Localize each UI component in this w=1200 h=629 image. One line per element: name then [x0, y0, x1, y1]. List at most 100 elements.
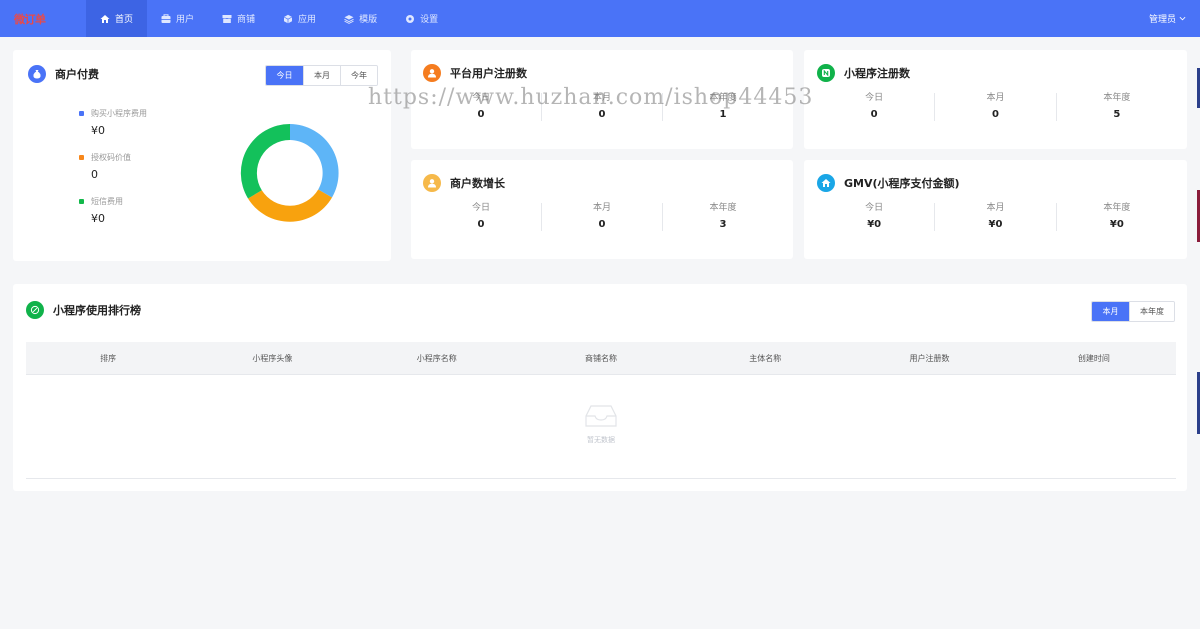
home-icon	[100, 14, 110, 23]
chevron-down-icon	[1179, 16, 1186, 21]
mini-program-icon	[817, 64, 835, 82]
stat-label: 本年度	[709, 203, 737, 213]
legend-label: 短信费用	[91, 197, 123, 206]
donut-segment-orange	[248, 189, 332, 222]
stat-year: 本年度 5	[1055, 93, 1177, 121]
legend-item: 授权码价值 0	[79, 152, 147, 181]
column-header[interactable]: 商铺名称	[519, 353, 683, 364]
column-header[interactable]: 用户注册数	[847, 353, 1011, 364]
legend-item: 短信费用 ¥0	[79, 196, 147, 225]
stat-month: 本月 0	[541, 93, 662, 121]
tab-this-month[interactable]: 本月	[1092, 302, 1129, 321]
card-header: 平台用户注册数	[423, 64, 527, 82]
stats-row: 今日 0 本月 0 本年度 3	[421, 203, 783, 231]
nav-item-apps[interactable]: 应用	[269, 0, 330, 37]
nav-item-home[interactable]: 首页	[86, 0, 148, 37]
nav-item-label: 首页	[115, 15, 134, 25]
mini-program-reg-card: 小程序注册数 今日 0 本月 0 本年度 5	[804, 50, 1187, 149]
logo-text: 微订单	[14, 12, 46, 26]
gmv-card: GMV(小程序支付金额) 今日 ¥0 本月 ¥0 本年度 ¥0	[804, 160, 1187, 259]
card-title: GMV(小程序支付金额)	[844, 177, 960, 190]
legend-label: 购买小程序费用	[91, 109, 147, 118]
tab-this-year[interactable]: 今年	[340, 66, 377, 85]
nav-item-label: 应用	[298, 15, 317, 25]
stat-today: 今日 ¥0	[814, 203, 934, 231]
tab-today[interactable]: 今日	[266, 66, 303, 85]
stat-month: 本月 0	[934, 93, 1055, 121]
card-title: 商户付费	[55, 68, 99, 81]
top-navbar: 微订单 首页 用户 商铺 应用 模版 设置 管理员	[0, 0, 1200, 37]
stat-value: 1	[719, 109, 727, 120]
merchant-icon	[423, 174, 441, 192]
stat-value: 0	[598, 109, 606, 120]
user-folder-icon	[161, 13, 171, 23]
legend-swatch	[79, 199, 84, 204]
stats-row: 今日 0 本月 0 本年度 5	[814, 93, 1177, 121]
shop-icon	[222, 14, 232, 23]
payment-legend: 购买小程序费用 ¥0 授权码价值 0 短信费用 ¥0	[79, 108, 147, 240]
ranking-period-switch: 本月 本年度	[1091, 301, 1175, 322]
donut-segment-green	[240, 123, 290, 199]
card-header: GMV(小程序支付金额)	[817, 174, 960, 192]
stat-label: 本年度	[1103, 203, 1131, 213]
column-header[interactable]: 小程序头像	[190, 353, 354, 364]
card-title: 小程序注册数	[844, 67, 910, 80]
ranking-icon	[26, 301, 44, 319]
stat-value: 5	[1113, 109, 1121, 120]
stat-month: 本月 0	[541, 203, 662, 231]
merchant-payment-card: 商户付费 今日 本月 今年 购买小程序费用 ¥0 授权码价值 0 短信费用 ¥0	[13, 50, 391, 261]
empty-text: 暂无数据	[587, 436, 615, 444]
nav-item-label: 设置	[420, 15, 439, 25]
column-header[interactable]: 排序	[26, 353, 190, 364]
nav-item-shops[interactable]: 商铺	[208, 0, 269, 37]
logo[interactable]: 微订单	[0, 0, 86, 37]
nav-item-templates[interactable]: 模版	[330, 0, 391, 37]
cube-icon	[283, 14, 293, 23]
stat-value: 0	[870, 109, 878, 120]
stat-label: 今日	[865, 93, 884, 103]
nav-item-users[interactable]: 用户	[147, 0, 208, 37]
stat-label: 今日	[471, 203, 490, 213]
ranking-table-header: 排序 小程序头像 小程序名称 商铺名称 主体名称 用户注册数 创建时间	[26, 342, 1176, 375]
nav-item-settings[interactable]: 设置	[391, 0, 452, 37]
shop-home-icon	[817, 174, 835, 192]
column-header[interactable]: 创建时间	[1012, 353, 1176, 364]
card-title: 小程序使用排行榜	[53, 304, 141, 317]
empty-state: 暂无数据	[26, 376, 1176, 479]
money-bag-icon	[28, 65, 46, 83]
legend-label: 授权码价值	[91, 153, 131, 162]
stat-today: 今日 0	[421, 203, 541, 231]
period-switch: 今日 本月 今年	[265, 65, 378, 86]
stat-value: ¥0	[1109, 219, 1124, 230]
stat-label: 本月	[592, 93, 611, 103]
stat-label: 本月	[592, 203, 611, 213]
empty-inbox-icon	[585, 405, 617, 427]
platform-users-card: 平台用户注册数 今日 0 本月 0 本年度 1	[411, 50, 793, 149]
card-header: 商户数增长	[423, 174, 505, 192]
user-menu[interactable]: 管理员	[1149, 0, 1186, 37]
stats-row: 今日 ¥0 本月 ¥0 本年度 ¥0	[814, 203, 1177, 231]
card-header: 小程序注册数	[817, 64, 910, 82]
main-nav: 首页 用户 商铺 应用 模版 设置	[86, 0, 452, 37]
legend-swatch	[79, 111, 84, 116]
nav-item-label: 模版	[359, 15, 378, 25]
stat-value: ¥0	[988, 219, 1003, 230]
ranking-card: 小程序使用排行榜 本月 本年度 排序 小程序头像 小程序名称 商铺名称 主体名称…	[13, 284, 1187, 491]
merchant-growth-card: 商户数增长 今日 0 本月 0 本年度 3	[411, 160, 793, 259]
nav-item-label: 商铺	[237, 15, 256, 25]
stat-label: 本月	[986, 93, 1005, 103]
stat-label: 今日	[865, 203, 884, 213]
stat-label: 本月	[986, 203, 1005, 213]
stat-today: 今日 0	[421, 93, 541, 121]
payment-donut-chart	[240, 123, 339, 222]
tab-this-year[interactable]: 本年度	[1129, 302, 1174, 321]
stat-value: 0	[992, 109, 999, 120]
column-header[interactable]: 主体名称	[683, 353, 847, 364]
column-header[interactable]: 小程序名称	[355, 353, 519, 364]
stat-label: 本年度	[709, 93, 737, 103]
tab-this-month[interactable]: 本月	[303, 66, 340, 85]
gear-icon	[406, 14, 415, 23]
legend-value: ¥0	[91, 124, 105, 137]
user-icon	[423, 64, 441, 82]
stat-year: 本年度 1	[662, 93, 783, 121]
